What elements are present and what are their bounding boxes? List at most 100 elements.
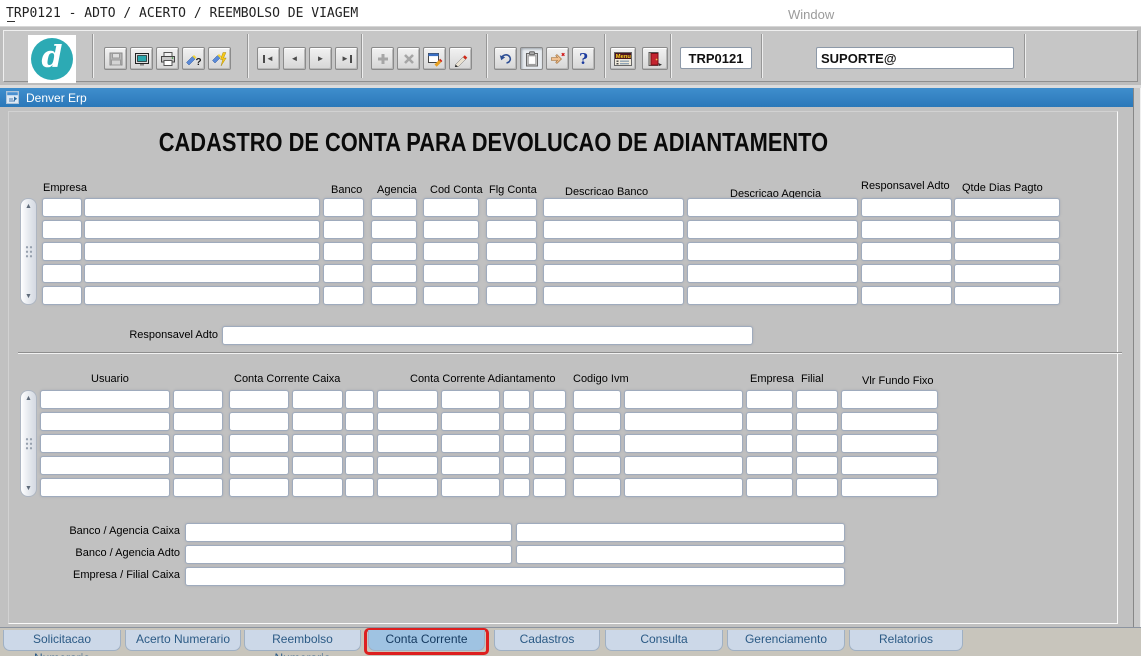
previous-record-button[interactable]: ◄ [283,47,306,70]
grid2-cell-r2-c2[interactable] [173,412,223,431]
grid2-cell-r1-c4[interactable] [292,390,343,409]
grid2-cell-r1-c2[interactable] [173,390,223,409]
grid2-cell-r1-c10[interactable] [573,390,621,409]
grid1-cell-r3-c7[interactable] [543,242,684,261]
grid2-cell-r4-c8[interactable] [503,456,530,475]
scrollbar-grip[interactable] [25,437,33,450]
undo-button[interactable] [494,47,517,70]
grid2-cell-r1-c12[interactable] [746,390,793,409]
grid2-cell-r3-c7[interactable] [441,434,500,453]
edit-button[interactable] [423,47,446,70]
tab-cadastros[interactable]: Cadastros [494,630,600,651]
grid2-cell-r5-c14[interactable] [841,478,938,497]
grid2-cell-r2-c11[interactable] [624,412,743,431]
grid2-cell-r4-c9[interactable] [533,456,566,475]
grid1-cell-r5-c3[interactable] [323,286,364,305]
grid1-cell-r1-c4[interactable] [371,198,417,217]
grid2-cell-r2-c9[interactable] [533,412,566,431]
grid1-cell-r3-c8[interactable] [687,242,858,261]
enter-query-button[interactable]: ? [182,47,205,70]
grid2-cell-r3-c3[interactable] [229,434,289,453]
grid1-cell-r5-c2[interactable] [84,286,320,305]
grid1-cell-r4-c6[interactable] [486,264,537,283]
grid2-cell-r3-c14[interactable] [841,434,938,453]
tab-solicitacao-numerario[interactable]: Solicitacao Numerario [3,630,121,651]
grid2-cell-r2-c5[interactable] [345,412,374,431]
grid1-cell-r4-c8[interactable] [687,264,858,283]
grid2-cell-r4-c11[interactable] [624,456,743,475]
grid1-cell-r1-c5[interactable] [423,198,479,217]
grid2-cell-r1-c14[interactable] [841,390,938,409]
grid2-cell-r1-c11[interactable] [624,390,743,409]
grid2-cell-r5-c1[interactable] [40,478,170,497]
grid1-cell-r3-c9[interactable] [861,242,952,261]
grid2-cell-r1-c1[interactable] [40,390,170,409]
grid2-cell-r1-c13[interactable] [796,390,838,409]
grid2-cell-r3-c13[interactable] [796,434,838,453]
grid1-cell-r4-c9[interactable] [861,264,952,283]
grid1-cell-r4-c3[interactable] [323,264,364,283]
grid1-scrollbar[interactable]: ▲ ▼ [20,198,37,305]
grid1-cell-r2-c6[interactable] [486,220,537,239]
grid2-cell-r2-c12[interactable] [746,412,793,431]
grid2-cell-r4-c2[interactable] [173,456,223,475]
next-record-button[interactable]: ► [309,47,332,70]
grid1-cell-r2-c1[interactable] [42,220,82,239]
grid1-cell-r1-c1[interactable] [42,198,82,217]
grid2-cell-r2-c10[interactable] [573,412,621,431]
grid1-cell-r5-c9[interactable] [861,286,952,305]
grid2-cell-r5-c8[interactable] [503,478,530,497]
grid1-cell-r1-c2[interactable] [84,198,320,217]
window-menu-item[interactable]: Window [788,7,834,22]
scroll-down-icon[interactable]: ▼ [25,484,32,493]
grid2-cell-r5-c10[interactable] [573,478,621,497]
grid2-cell-r3-c1[interactable] [40,434,170,453]
grid2-cell-r3-c9[interactable] [533,434,566,453]
grid2-cell-r4-c5[interactable] [345,456,374,475]
grid1-cell-r3-c1[interactable] [42,242,82,261]
grid1-cell-r3-c10[interactable] [954,242,1060,261]
tab-relatorios[interactable]: Relatorios [849,630,963,651]
grid2-cell-r1-c9[interactable] [533,390,566,409]
module-code-field[interactable] [680,47,752,69]
grid1-cell-r2-c3[interactable] [323,220,364,239]
delete-record-button[interactable] [397,47,420,70]
exit-button[interactable] [642,47,668,70]
scrollbar-grip[interactable] [25,245,33,258]
user-field[interactable] [816,47,1014,69]
grid1-cell-r3-c6[interactable] [486,242,537,261]
grid2-cell-r5-c7[interactable] [441,478,500,497]
grid1-cell-r4-c4[interactable] [371,264,417,283]
grid2-cell-r5-c4[interactable] [292,478,343,497]
screen-button[interactable] [130,47,153,70]
grid1-cell-r5-c6[interactable] [486,286,537,305]
scroll-up-icon[interactable]: ▲ [25,394,32,403]
grid2-cell-r5-c11[interactable] [624,478,743,497]
grid2-cell-r3-c6[interactable] [377,434,438,453]
grid1-cell-r4-c2[interactable] [84,264,320,283]
grid2-cell-r4-c10[interactable] [573,456,621,475]
grid1-cell-r1-c9[interactable] [861,198,952,217]
grid2-cell-r1-c8[interactable] [503,390,530,409]
grid2-cell-r3-c4[interactable] [292,434,343,453]
grid2-cell-r2-c4[interactable] [292,412,343,431]
agencia-adto-field[interactable] [516,545,845,564]
grid1-cell-r4-c5[interactable] [423,264,479,283]
grid2-cell-r2-c13[interactable] [796,412,838,431]
grid1-cell-r4-c7[interactable] [543,264,684,283]
grid2-cell-r4-c6[interactable] [377,456,438,475]
grid1-cell-r5-c8[interactable] [687,286,858,305]
grid2-cell-r5-c9[interactable] [533,478,566,497]
grid1-cell-r2-c8[interactable] [687,220,858,239]
grid1-cell-r2-c2[interactable] [84,220,320,239]
grid1-cell-r3-c5[interactable] [423,242,479,261]
grid2-cell-r4-c13[interactable] [796,456,838,475]
grid1-cell-r3-c2[interactable] [84,242,320,261]
mdi-title-bar[interactable]: Denver Erp [0,88,1141,107]
grid1-cell-r2-c10[interactable] [954,220,1060,239]
grid2-cell-r3-c5[interactable] [345,434,374,453]
grid2-cell-r2-c7[interactable] [441,412,500,431]
print-button[interactable] [156,47,179,70]
clipboard-button[interactable] [520,47,543,70]
grid2-cell-r1-c3[interactable] [229,390,289,409]
